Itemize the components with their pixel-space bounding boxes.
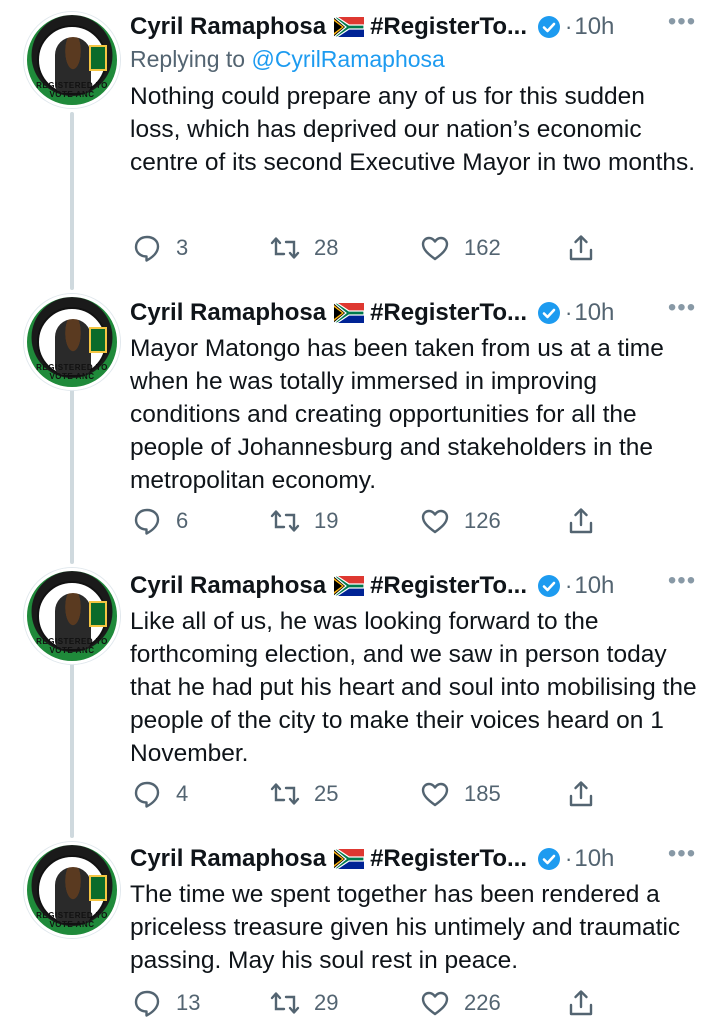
- tweet-actions: 13 29 226: [130, 985, 610, 1021]
- reply-count: 13: [176, 990, 201, 1015]
- retweet-button[interactable]: 19: [270, 506, 338, 536]
- avatar-caption: REGISTERED TO VOTE ANC: [36, 637, 108, 655]
- tweet-actions: 6 19 126: [130, 503, 610, 539]
- tweet-text: Mayor Matongo has been taken from us at …: [130, 335, 664, 494]
- reply-count: 3: [176, 235, 189, 260]
- avatar-caption: REGISTERED TO VOTE ANC: [36, 911, 108, 929]
- share-icon: [569, 508, 593, 534]
- share-button[interactable]: [566, 233, 596, 263]
- retweet-button[interactable]: 25: [270, 779, 338, 809]
- like-count: 162: [464, 235, 501, 260]
- verified-badge-icon: [537, 301, 561, 325]
- south-africa-flag-icon: [334, 576, 365, 596]
- replying-to: Replying to @CyrilRamaphosa: [130, 46, 700, 78]
- verified-badge-icon: [537, 15, 561, 39]
- thread-line: [70, 386, 74, 564]
- retweet-icon: [270, 237, 300, 259]
- author-name[interactable]: Cyril Ramaphosa: [130, 299, 326, 327]
- timestamp[interactable]: 10h: [574, 13, 614, 41]
- heart-icon: [421, 509, 449, 534]
- separator: ·: [565, 14, 573, 39]
- share-icon: [569, 781, 593, 807]
- share-button[interactable]: [566, 506, 596, 536]
- tweet-text: Nothing could prepare any of us for this…: [130, 83, 696, 176]
- mention-link[interactable]: @CyrilRamaphosa: [251, 46, 444, 72]
- retweet-icon: [270, 510, 300, 532]
- handle-label: #RegisterTo...: [370, 13, 528, 40]
- retweet-count: 19: [314, 508, 339, 533]
- timestamp[interactable]: 10h: [574, 572, 614, 600]
- reply-button[interactable]: 13: [132, 988, 200, 1018]
- tweet-actions: 4 25 185: [130, 776, 610, 812]
- like-count: 126: [464, 508, 501, 533]
- share-button[interactable]: [566, 779, 596, 809]
- retweet-button[interactable]: 29: [270, 988, 338, 1018]
- more-options-icon[interactable]: •••: [664, 296, 700, 322]
- thread-line: [70, 112, 74, 290]
- share-icon: [569, 235, 593, 261]
- retweet-count: 29: [314, 990, 339, 1015]
- south-africa-flag-icon: [334, 17, 365, 37]
- author-name[interactable]: Cyril Ramaphosa: [130, 845, 326, 873]
- avatar[interactable]: REGISTERED TO VOTE ANC: [24, 12, 120, 108]
- more-options-icon[interactable]: •••: [664, 842, 700, 868]
- more-options-icon[interactable]: •••: [664, 10, 700, 36]
- tweet-text: Like all of us, he was looking forward t…: [130, 608, 697, 767]
- speech-bubble-icon: [134, 235, 160, 262]
- thread-line: [70, 660, 74, 838]
- more-options-icon[interactable]: •••: [664, 569, 700, 595]
- retweet-icon: [270, 992, 300, 1014]
- retweet-button[interactable]: 28: [270, 233, 338, 263]
- retweet-count: 28: [314, 235, 339, 260]
- avatar[interactable]: REGISTERED TO VOTE ANC: [24, 568, 120, 664]
- like-count: 226: [464, 990, 501, 1015]
- avatar-caption: REGISTERED TO VOTE ANC: [36, 363, 108, 381]
- author-name[interactable]: Cyril Ramaphosa: [130, 572, 326, 600]
- separator: ·: [565, 846, 573, 871]
- reply-button[interactable]: 4: [132, 779, 188, 809]
- speech-bubble-icon: [134, 781, 160, 808]
- avatar[interactable]: REGISTERED TO VOTE ANC: [24, 294, 120, 390]
- handle-label: #RegisterTo...: [370, 845, 528, 872]
- handle-label: #RegisterTo...: [370, 572, 528, 599]
- speech-bubble-icon: [134, 508, 160, 535]
- reply-button[interactable]: 3: [132, 233, 188, 263]
- retweet-count: 25: [314, 781, 339, 806]
- reply-count: 6: [176, 508, 189, 533]
- like-button[interactable]: 126: [420, 506, 501, 536]
- like-button[interactable]: 162: [420, 233, 501, 263]
- tweet-actions: 3 28 162: [130, 230, 610, 266]
- like-button[interactable]: 185: [420, 779, 501, 809]
- timestamp[interactable]: 10h: [574, 299, 614, 327]
- verified-badge-icon: [537, 574, 561, 598]
- heart-icon: [421, 991, 449, 1016]
- separator: ·: [565, 573, 573, 598]
- handle-label: #RegisterTo...: [370, 299, 528, 326]
- like-count: 185: [464, 781, 501, 806]
- reply-button[interactable]: 6: [132, 506, 188, 536]
- avatar-caption: REGISTERED TO VOTE ANC: [36, 81, 108, 99]
- south-africa-flag-icon: [334, 849, 365, 869]
- heart-icon: [421, 782, 449, 807]
- tweet-text: The time we spent together has been rend…: [130, 881, 681, 974]
- reply-count: 4: [176, 781, 189, 806]
- author-name[interactable]: Cyril Ramaphosa: [130, 13, 326, 41]
- avatar[interactable]: REGISTERED TO VOTE ANC: [24, 842, 120, 938]
- heart-icon: [421, 236, 449, 261]
- share-button[interactable]: [566, 988, 596, 1018]
- retweet-icon: [270, 783, 300, 805]
- speech-bubble-icon: [134, 990, 160, 1017]
- verified-badge-icon: [537, 847, 561, 871]
- replying-to-label: Replying to: [130, 46, 252, 72]
- south-africa-flag-icon: [334, 303, 365, 323]
- share-icon: [569, 990, 593, 1016]
- separator: ·: [565, 300, 573, 325]
- timestamp[interactable]: 10h: [574, 845, 614, 873]
- like-button[interactable]: 226: [420, 988, 501, 1018]
